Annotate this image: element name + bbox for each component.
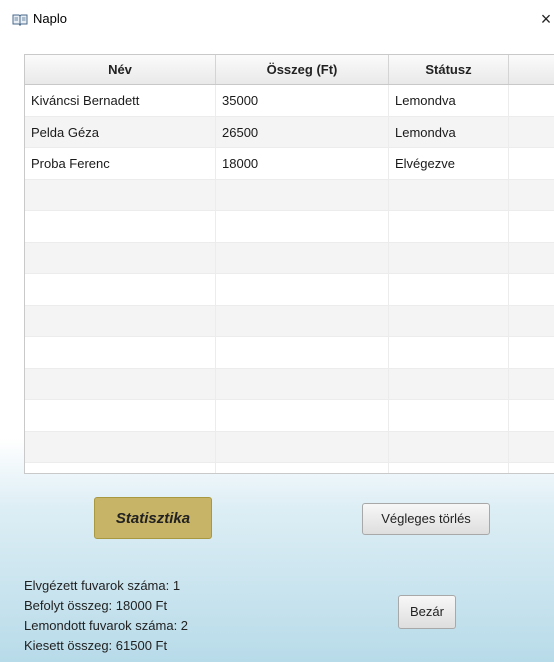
column-header-filler xyxy=(509,55,554,84)
cell-filler xyxy=(509,117,554,148)
cell-nev xyxy=(25,305,216,337)
cell-filler xyxy=(509,274,554,305)
stat-cancelled-count: Lemondott fuvarok száma: 2 xyxy=(24,618,189,633)
cell-osszeg xyxy=(216,211,389,242)
cell-osszeg: 18000 xyxy=(216,148,389,179)
cell-filler xyxy=(509,85,554,116)
cell-statusz xyxy=(389,211,509,242)
cell-filler xyxy=(509,148,554,179)
table-row[interactable] xyxy=(25,242,554,274)
cell-filler xyxy=(509,432,554,463)
cell-osszeg xyxy=(216,431,389,463)
cell-nev xyxy=(25,242,216,274)
table-row[interactable] xyxy=(25,211,554,243)
table-row[interactable]: Kiváncsi Bernadett 35000 Lemondva xyxy=(25,85,554,117)
table-header: Név Összeg (Ft) Státusz xyxy=(25,55,554,85)
cell-nev: Pelda Géza xyxy=(25,116,216,148)
cell-statusz xyxy=(389,179,509,211)
window-title: Naplo xyxy=(33,11,67,26)
title-bar: Naplo × xyxy=(0,0,554,38)
cell-nev xyxy=(25,337,216,368)
cell-osszeg xyxy=(216,242,389,274)
column-header-nev[interactable]: Név xyxy=(25,55,216,84)
column-header-statusz[interactable]: Státusz xyxy=(389,55,509,84)
statistics-panel: Elvgézett fuvarok száma: 1 Befolyt össze… xyxy=(24,576,188,656)
cell-nev xyxy=(25,431,216,463)
cell-filler xyxy=(509,400,554,431)
naplo-table[interactable]: Név Összeg (Ft) Státusz Kiváncsi Bernade… xyxy=(24,54,554,474)
cell-filler xyxy=(509,306,554,337)
cell-osszeg: 35000 xyxy=(216,85,389,116)
cell-nev xyxy=(25,368,216,400)
cell-filler xyxy=(509,180,554,211)
table-row[interactable] xyxy=(25,400,554,432)
table-body: Kiváncsi Bernadett 35000 Lemondva Pelda Géz… xyxy=(25,85,554,473)
statisztika-button[interactable]: Statisztika xyxy=(94,497,212,539)
cell-statusz xyxy=(389,337,509,368)
stat-completed-count: Elvgézett fuvarok száma: 1 xyxy=(24,578,181,593)
cell-statusz xyxy=(389,305,509,337)
window-content: Név Összeg (Ft) Státusz Kiváncsi Bernade… xyxy=(0,38,554,662)
book-icon xyxy=(12,13,28,27)
bezar-button[interactable]: Bezár xyxy=(398,595,456,629)
cell-filler xyxy=(509,243,554,274)
cell-nev xyxy=(25,179,216,211)
table-row[interactable] xyxy=(25,368,554,400)
table-row[interactable] xyxy=(25,337,554,369)
cell-nev xyxy=(25,400,216,431)
table-row[interactable] xyxy=(25,305,554,337)
column-header-osszeg[interactable]: Összeg (Ft) xyxy=(216,55,389,84)
cell-osszeg xyxy=(216,368,389,400)
cell-filler xyxy=(509,463,554,473)
cell-statusz: Lemondva xyxy=(389,116,509,148)
vegleges-torles-button[interactable]: Végleges törlés xyxy=(362,503,490,535)
cell-statusz xyxy=(389,463,509,473)
cell-nev xyxy=(25,463,216,473)
table-row[interactable] xyxy=(25,431,554,463)
cell-nev xyxy=(25,274,216,305)
cell-statusz xyxy=(389,431,509,463)
cell-statusz xyxy=(389,242,509,274)
table-row[interactable] xyxy=(25,463,554,473)
cell-nev xyxy=(25,211,216,242)
cell-filler xyxy=(509,337,554,368)
stat-lost-total: Kiesett összeg: 61500 Ft xyxy=(24,638,168,653)
table-row[interactable]: Pelda Géza 26500 Lemondva xyxy=(25,116,554,148)
cell-osszeg: 26500 xyxy=(216,116,389,148)
cell-osszeg xyxy=(216,400,389,431)
cell-osszeg xyxy=(216,179,389,211)
cell-osszeg xyxy=(216,274,389,305)
table-row[interactable] xyxy=(25,274,554,306)
cell-nev: Proba Ferenc xyxy=(25,148,216,179)
stat-income-total: Befolyt összeg: 18000 Ft xyxy=(24,598,168,613)
cell-statusz xyxy=(389,400,509,431)
cell-statusz: Elvégezve xyxy=(389,148,509,179)
close-icon[interactable]: × xyxy=(538,8,554,30)
cell-filler xyxy=(509,211,554,242)
table-row[interactable] xyxy=(25,179,554,211)
cell-statusz xyxy=(389,368,509,400)
cell-osszeg xyxy=(216,337,389,368)
cell-statusz: Lemondva xyxy=(389,85,509,116)
cell-nev: Kiváncsi Bernadett xyxy=(25,85,216,116)
cell-osszeg xyxy=(216,463,389,473)
cell-filler xyxy=(509,369,554,400)
cell-osszeg xyxy=(216,305,389,337)
cell-statusz xyxy=(389,274,509,305)
table-row[interactable]: Proba Ferenc 18000 Elvégezve xyxy=(25,148,554,180)
